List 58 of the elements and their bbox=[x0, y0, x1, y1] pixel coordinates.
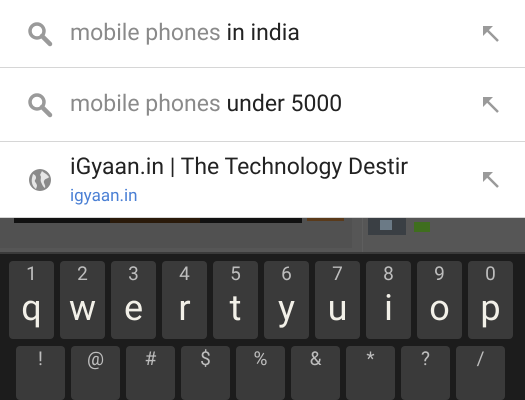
key-hint: @ bbox=[86, 347, 104, 371]
arrow-icon[interactable] bbox=[481, 94, 501, 114]
key-letter: y bbox=[278, 286, 296, 330]
key-hint: 3 bbox=[128, 262, 139, 286]
key[interactable]: 6 y bbox=[264, 261, 309, 339]
key-hint: 4 bbox=[179, 262, 190, 286]
key-letter: o bbox=[429, 286, 450, 330]
key-letter: r bbox=[178, 286, 191, 330]
key[interactable]: 2 w bbox=[60, 261, 105, 339]
key[interactable]: 9 o bbox=[417, 261, 462, 339]
key-letter: q bbox=[21, 286, 42, 330]
site-title[interactable]: iGyaan.in | The Technology Destir bbox=[70, 150, 481, 184]
key[interactable]: ? bbox=[401, 346, 450, 400]
key[interactable]: % bbox=[236, 346, 285, 400]
key-hint: * bbox=[366, 347, 375, 371]
key[interactable]: * bbox=[346, 346, 395, 400]
key[interactable]: & bbox=[291, 346, 340, 400]
key-hint: 5 bbox=[230, 262, 241, 286]
key-hint: 9 bbox=[434, 262, 445, 286]
key-letter: u bbox=[328, 286, 348, 330]
key[interactable]: $ bbox=[181, 346, 230, 400]
key[interactable]: 5 t bbox=[213, 261, 258, 339]
key-letter: p bbox=[480, 286, 501, 330]
key-hint: 6 bbox=[281, 262, 292, 286]
key-letter: e bbox=[124, 286, 144, 330]
key-hint: / bbox=[476, 347, 484, 371]
key-hint: ? bbox=[421, 347, 430, 371]
search-icon bbox=[27, 92, 53, 118]
key[interactable]: 4 r bbox=[162, 261, 207, 339]
key[interactable]: @ bbox=[71, 346, 120, 400]
site-url: igyaan.in bbox=[70, 185, 138, 208]
key-hint: # bbox=[144, 347, 156, 371]
suggestion-text[interactable]: mobile phones under 5000 bbox=[70, 87, 481, 122]
key-hint: ! bbox=[38, 347, 43, 371]
key[interactable]: # bbox=[126, 346, 175, 400]
key-hint: 1 bbox=[26, 262, 37, 286]
key[interactable]: ! bbox=[16, 346, 65, 400]
key[interactable]: 0 p bbox=[468, 261, 513, 339]
key-letter: i bbox=[384, 286, 393, 330]
key[interactable]: 1 q bbox=[9, 261, 54, 339]
globe-icon bbox=[28, 168, 52, 192]
suggestion-text[interactable]: mobile phones in india bbox=[70, 16, 481, 51]
key-hint: 7 bbox=[332, 262, 343, 286]
key-hint: 2 bbox=[77, 262, 88, 286]
search-icon bbox=[27, 20, 53, 46]
key-hint: $ bbox=[200, 347, 211, 371]
key-hint: & bbox=[310, 347, 322, 371]
key-hint: 8 bbox=[383, 262, 394, 286]
arrow-icon[interactable] bbox=[481, 170, 501, 190]
key[interactable]: 7 u bbox=[315, 261, 360, 339]
key[interactable]: / bbox=[456, 346, 505, 400]
key[interactable]: 8 i bbox=[366, 261, 411, 339]
arrow-icon[interactable] bbox=[481, 24, 501, 44]
key-letter: t bbox=[230, 286, 242, 330]
key-hint: 0 bbox=[485, 262, 496, 286]
key-hint: % bbox=[254, 347, 268, 371]
key-letter: w bbox=[68, 286, 96, 330]
key[interactable]: 3 e bbox=[111, 261, 156, 339]
